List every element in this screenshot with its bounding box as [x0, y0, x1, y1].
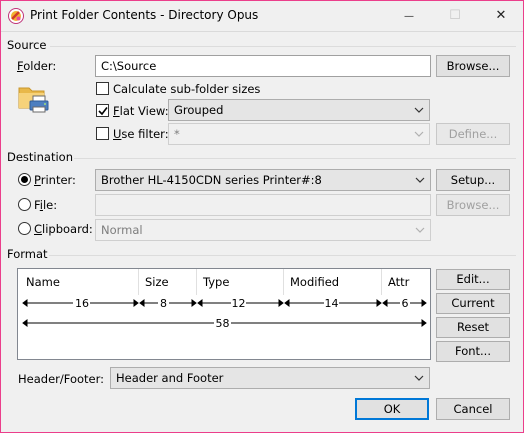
- font-label: Font...: [454, 344, 491, 358]
- flat-view-dropdown[interactable]: Grouped: [168, 99, 430, 121]
- file-input: [95, 194, 431, 216]
- source-section-label: Source: [7, 38, 47, 52]
- source-divider: [50, 46, 516, 47]
- format-columns-list[interactable]: Name Size Type Modified Attr 16 8 12 14 …: [17, 268, 431, 360]
- current-button[interactable]: Current: [436, 293, 510, 314]
- destination-section-label: Destination: [7, 150, 73, 164]
- maximize-icon: ☐: [449, 8, 461, 23]
- close-icon: ✕: [495, 8, 507, 23]
- app-icon[interactable]: [8, 8, 24, 24]
- folder-input[interactable]: C:\Source: [95, 55, 431, 77]
- current-label: Current: [451, 296, 495, 310]
- printer-label: Printer:: [34, 173, 76, 187]
- edit-button[interactable]: Edit...: [436, 269, 510, 290]
- chevron-down-icon: [414, 107, 424, 113]
- minimize-button[interactable]: —: [386, 0, 432, 31]
- file-browse-label: Browse...: [446, 198, 500, 212]
- column-name-label: Name: [26, 275, 60, 289]
- reset-button[interactable]: Reset: [436, 317, 510, 338]
- flat-view-label: Flat View:: [113, 104, 169, 118]
- filter-value: *: [174, 127, 180, 141]
- destination-divider: [74, 158, 516, 159]
- edit-label: Edit...: [456, 272, 490, 286]
- chevron-down-icon: [414, 375, 424, 381]
- column-separator: [381, 269, 382, 295]
- format-section-label: Format: [7, 247, 48, 261]
- title-bar[interactable]: Print Folder Contents - Directory Opus —…: [0, 0, 524, 32]
- header-footer-value: Header and Footer: [116, 371, 224, 385]
- flat-view-checkbox[interactable]: [96, 104, 109, 117]
- header-footer-label: Header/Footer:: [18, 372, 105, 386]
- font-button[interactable]: Font...: [436, 341, 510, 362]
- cancel-label: Cancel: [453, 402, 493, 416]
- printer-radio[interactable]: [18, 173, 31, 186]
- close-button[interactable]: ✕: [478, 0, 524, 31]
- checkmark-icon: [98, 107, 108, 116]
- printer-dropdown[interactable]: Brother HL-4150CDN series Printer#:8: [95, 169, 431, 191]
- setup-label: Setup...: [450, 173, 496, 187]
- attr-width-value: 6: [400, 297, 410, 310]
- name-width-value: 16: [74, 297, 90, 310]
- folder-browse-label: Browse...: [446, 59, 500, 73]
- column-type-label: Type: [203, 275, 230, 289]
- chevron-down-icon: [414, 131, 424, 137]
- file-radio[interactable]: [18, 198, 31, 211]
- maximize-button: ☐: [432, 0, 478, 31]
- clipboard-radio[interactable]: [18, 222, 31, 235]
- type-width-value: 12: [231, 297, 246, 310]
- window-title: Print Folder Contents - Directory Opus: [30, 8, 259, 22]
- ok-button[interactable]: OK: [355, 398, 429, 420]
- calc-subfolder-checkbox[interactable]: [96, 82, 109, 95]
- folder-label: Folder:: [17, 59, 57, 73]
- column-separator: [283, 269, 284, 295]
- define-button: Define...: [436, 123, 510, 145]
- column-separator: [196, 269, 197, 295]
- folder-printer-icon: [18, 82, 50, 114]
- printer-value: Brother HL-4150CDN series Printer#:8: [101, 173, 322, 187]
- use-filter-label: Use filter:: [113, 127, 169, 141]
- column-modified-label: Modified: [290, 275, 340, 289]
- size-width-value: 8: [158, 297, 169, 310]
- chevron-down-icon: [415, 227, 425, 233]
- minimize-icon: —: [404, 11, 414, 22]
- file-label: File:: [34, 198, 58, 212]
- use-filter-checkbox[interactable]: [96, 127, 109, 140]
- chevron-down-icon: [415, 177, 425, 183]
- header-footer-dropdown[interactable]: Header and Footer: [110, 367, 430, 389]
- column-separator: [138, 269, 139, 295]
- clipboard-label: Clipboard:: [34, 222, 93, 236]
- define-label: Define...: [448, 127, 498, 141]
- calc-subfolder-label: Calculate sub-folder sizes: [113, 82, 261, 96]
- format-divider: [49, 255, 516, 256]
- clipboard-value: Normal: [101, 223, 143, 237]
- clipboard-dropdown: Normal: [95, 219, 431, 241]
- flat-view-value: Grouped: [174, 103, 224, 117]
- setup-button[interactable]: Setup...: [436, 169, 510, 191]
- total-width-value: 58: [214, 317, 231, 330]
- folder-browse-button[interactable]: Browse...: [436, 55, 510, 77]
- ok-label: OK: [383, 402, 401, 416]
- reset-label: Reset: [456, 320, 490, 334]
- cancel-button[interactable]: Cancel: [436, 398, 510, 420]
- column-attr-label: Attr: [388, 275, 410, 289]
- modified-width-value: 14: [324, 297, 339, 310]
- column-size-label: Size: [145, 275, 169, 289]
- filter-dropdown: *: [168, 123, 430, 145]
- file-browse-button: Browse...: [436, 194, 510, 216]
